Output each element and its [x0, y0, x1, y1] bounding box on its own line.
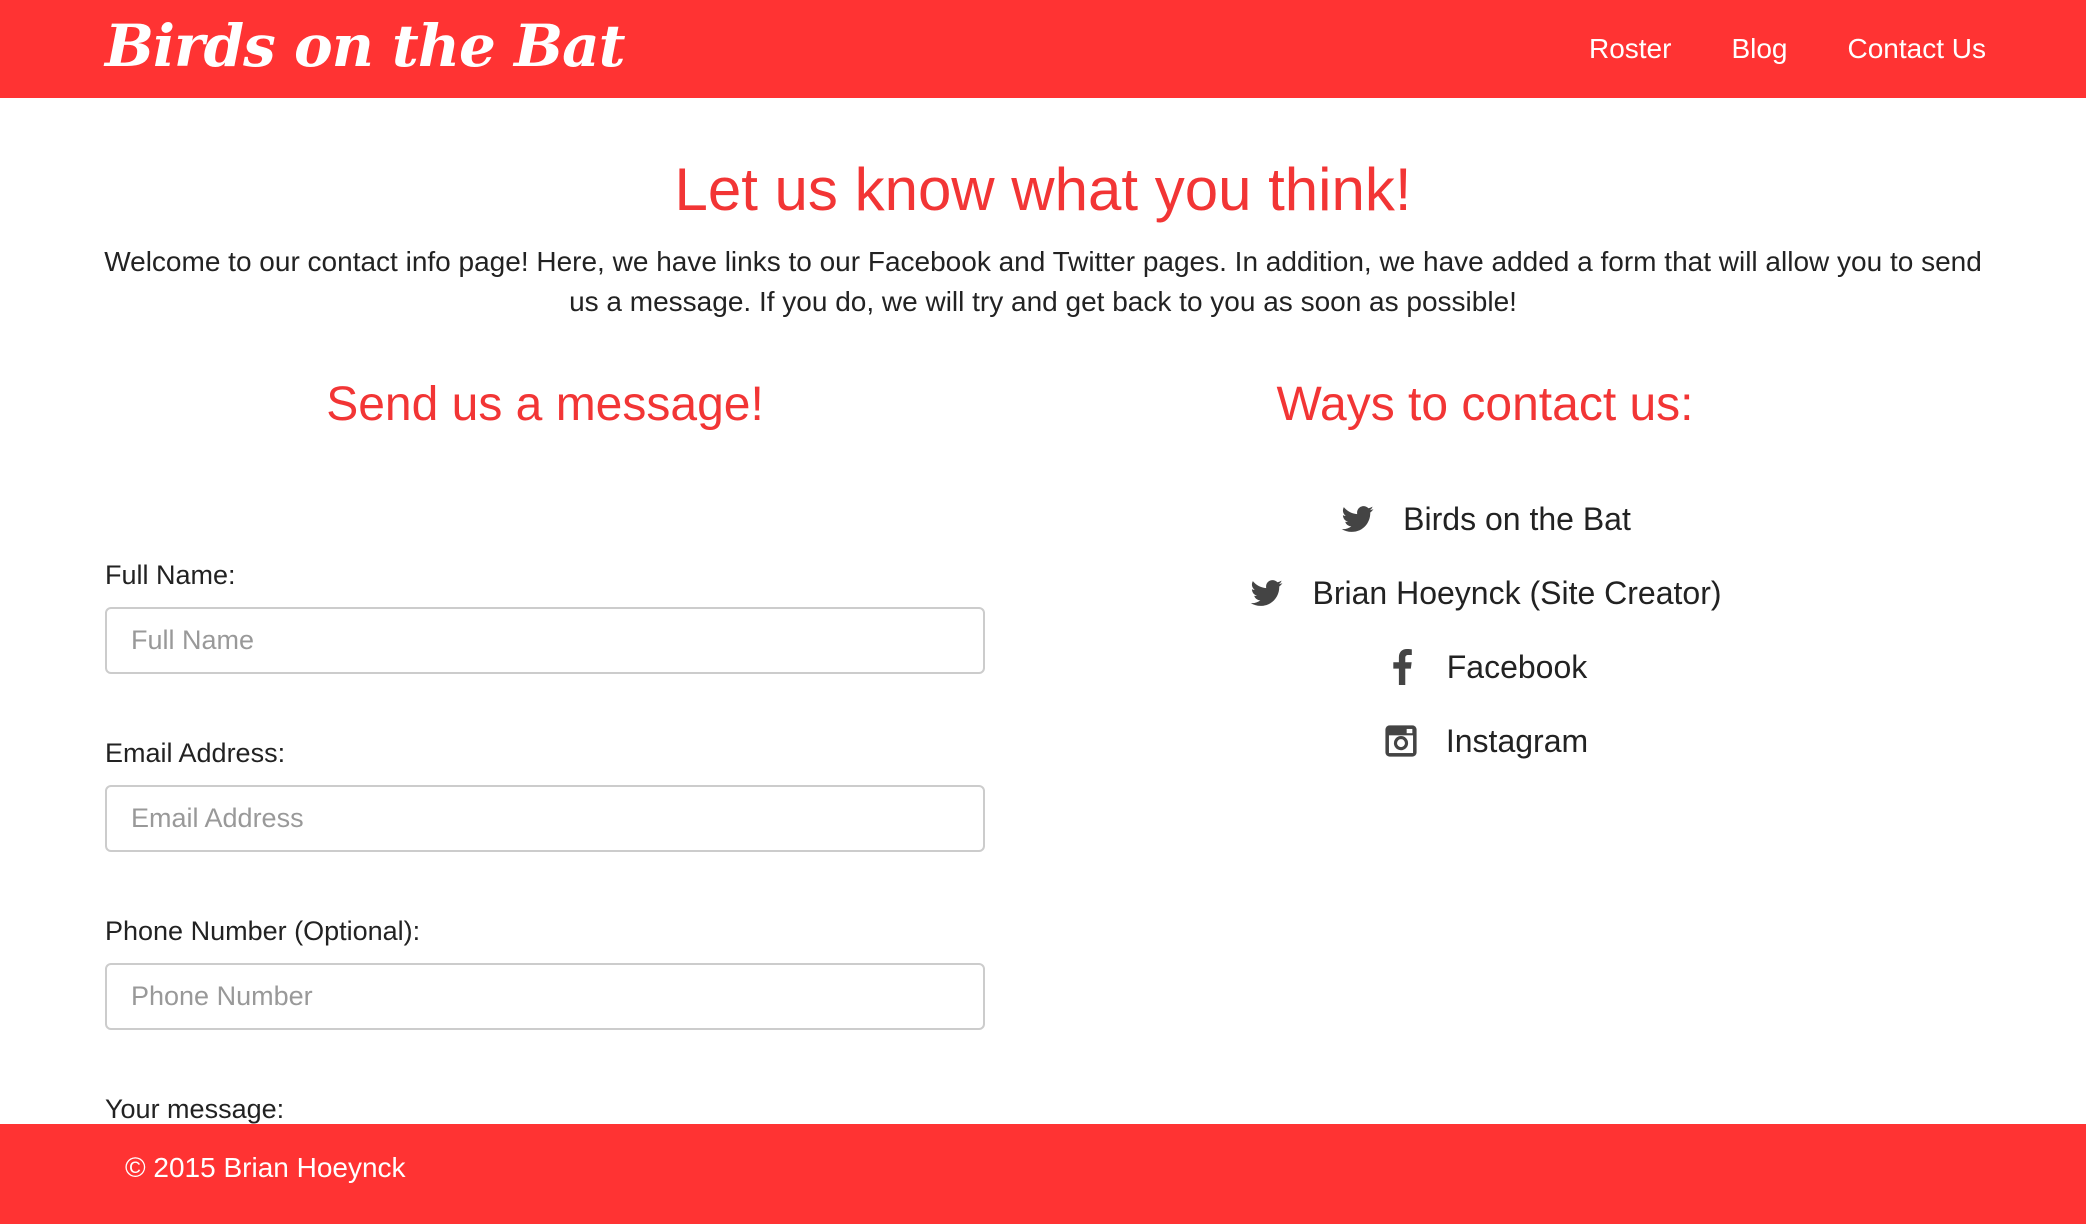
page-footer: © 2015 Brian Hoeynck: [0, 1124, 2086, 1224]
contact-item-twitter-creator[interactable]: Brian Hoeynck (Site Creator): [1145, 556, 1825, 630]
intro-paragraph: Welcome to our contact info page! Here, …: [104, 246, 1982, 317]
facebook-icon: [1383, 648, 1421, 686]
contact-links-section: Ways to contact us: Birds on the Bat Bri…: [1145, 370, 1825, 778]
contact-heading: Ways to contact us:: [1276, 378, 1694, 431]
full-name-input[interactable]: [105, 607, 985, 674]
page-title: Let us know what you think!: [674, 156, 1412, 223]
phone-input[interactable]: [105, 963, 985, 1030]
message-form-section: Send us a message! Full Name: Email Addr…: [105, 370, 985, 1224]
full-name-group: Full Name:: [105, 557, 985, 674]
nav-link-roster[interactable]: Roster: [1589, 33, 1671, 65]
top-navbar: Birds on the Bat Roster Blog Contact Us: [0, 0, 2086, 98]
full-name-label: Full Name:: [105, 560, 236, 590]
nav-links: Roster Blog Contact Us: [1589, 0, 1986, 98]
contact-item-instagram[interactable]: Instagram: [1145, 704, 1825, 778]
email-group: Email Address:: [105, 735, 985, 852]
form-heading: Send us a message!: [326, 378, 764, 431]
brand-logo[interactable]: Birds on the Bat: [105, 10, 626, 82]
contact-list: Birds on the Bat Brian Hoeynck (Site Cre…: [1145, 482, 1825, 778]
contact-item-twitter-team[interactable]: Birds on the Bat: [1145, 482, 1825, 556]
contact-link-twitter-creator[interactable]: Brian Hoeynck (Site Creator): [1312, 575, 1721, 612]
email-input[interactable]: [105, 785, 985, 852]
email-label: Email Address:: [105, 738, 286, 768]
phone-label: Phone Number (Optional):: [105, 916, 421, 946]
copyright-text: © 2015 Brian Hoeynck: [125, 1152, 406, 1183]
contact-item-facebook[interactable]: Facebook: [1145, 630, 1825, 704]
instagram-icon: [1382, 722, 1420, 760]
message-label: Your message:: [105, 1094, 285, 1124]
nav-link-blog[interactable]: Blog: [1731, 33, 1787, 65]
phone-group: Phone Number (Optional):: [105, 913, 985, 1030]
nav-link-contact-us[interactable]: Contact Us: [1848, 33, 1987, 65]
twitter-icon: [1339, 500, 1377, 538]
twitter-icon: [1248, 574, 1286, 612]
contact-link-facebook[interactable]: Facebook: [1447, 649, 1588, 686]
contact-link-instagram[interactable]: Instagram: [1446, 723, 1588, 760]
contact-link-twitter-team[interactable]: Birds on the Bat: [1403, 501, 1631, 538]
